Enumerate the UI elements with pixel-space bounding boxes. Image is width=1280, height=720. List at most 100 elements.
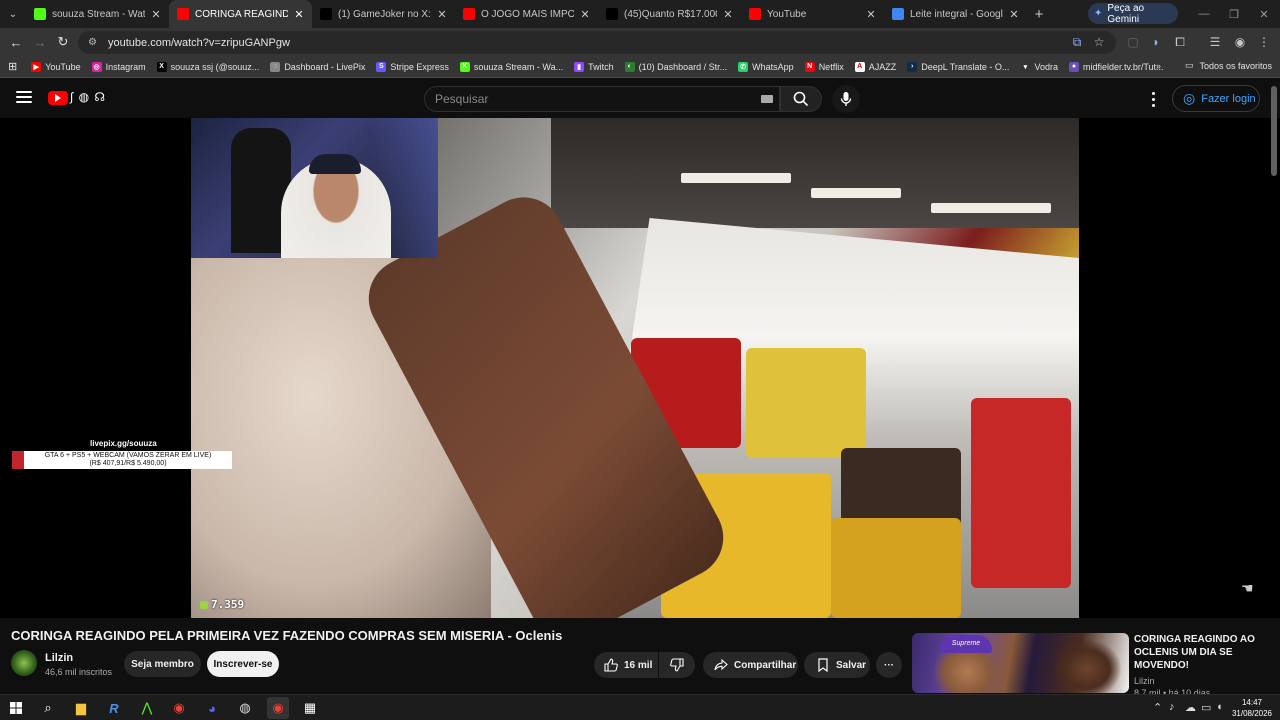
translate-icon[interactable]: ⧉: [1068, 33, 1086, 51]
page-scrollbar[interactable]: [1271, 86, 1277, 176]
subscribe-button[interactable]: Inscrever-se: [207, 651, 279, 677]
tab-close-icon[interactable]: ✕: [864, 8, 878, 21]
search-button[interactable]: [780, 86, 822, 112]
windows-start-button[interactable]: [5, 697, 27, 719]
streamer-webcam-overlay: [191, 118, 438, 258]
tab-search-button[interactable]: ⌄: [0, 0, 26, 28]
sign-in-button[interactable]: ◎ Fazer login: [1172, 85, 1260, 112]
taskbar-clock[interactable]: 14:47 31/08/2026: [1230, 697, 1274, 719]
bookmark-item[interactable]: Ksouuza Stream - Wa...: [459, 61, 563, 72]
extensions-puzzle-icon[interactable]: ⧠: [1171, 33, 1189, 51]
channel-avatar[interactable]: [11, 650, 37, 676]
bookmark-item[interactable]: ● midfielder.tv.br/Tut...: [1068, 61, 1164, 72]
video-frame-product: [971, 398, 1071, 588]
channel-name[interactable]: Lilzin: [45, 652, 73, 664]
keyboard-icon[interactable]: [761, 95, 773, 103]
browser-menu-icon[interactable]: ⋮: [1255, 33, 1273, 51]
tab-close-icon[interactable]: ✕: [292, 8, 306, 21]
network-tray-icon[interactable]: ▭: [1201, 701, 1211, 714]
tab-close-icon[interactable]: ✕: [149, 8, 163, 21]
profile-avatar-icon[interactable]: ◉: [1231, 33, 1249, 51]
address-bar[interactable]: ⚙ youtube.com/watch?v=zripuGANPgw: [78, 31, 1116, 54]
reload-button[interactable]: ↻: [53, 33, 73, 51]
forward-button[interactable]: →: [30, 33, 50, 51]
like-button[interactable]: 16 mil: [594, 652, 658, 678]
calculator-icon[interactable]: ▦: [299, 697, 321, 719]
apps-grid-icon[interactable]: ⊞: [8, 60, 17, 73]
browser-tab[interactable]: (1) GameJoker no X: "GTA ✕: [312, 0, 455, 28]
save-button[interactable]: Salvar: [804, 652, 870, 678]
recommended-video-title[interactable]: CORINGA REAGINDO AO OCLENIS UM DIA SE MO…: [1134, 633, 1274, 672]
site-info-icon[interactable]: ⚙: [88, 37, 102, 48]
minimize-button[interactable]: —: [1188, 0, 1220, 28]
bookmark-item[interactable]: Xsouuza ssj (@souuz...: [156, 61, 259, 72]
obs-icon[interactable]: ◍: [234, 697, 256, 719]
extension-icon[interactable]: ▢: [1124, 33, 1142, 51]
bookmark-item[interactable]: › DeepL Translate - O...: [907, 61, 1009, 72]
browser-tab[interactable]: YouTube ✕: [741, 0, 884, 28]
gemini-icon: ✦: [1094, 8, 1103, 19]
bookmark-item[interactable]: ◌ Dashboard - LivePix: [270, 61, 365, 72]
volume-tray-icon[interactable]: ◖: [1216, 701, 1223, 713]
browser-tab[interactable]: Leite integral - Google Sho ✕: [884, 0, 1027, 28]
settings-kebab-icon[interactable]: [1146, 90, 1160, 108]
hamburger-menu-icon[interactable]: [16, 91, 32, 103]
youtube-doodle[interactable]: ∫ ◍ ☊: [70, 90, 106, 104]
share-button[interactable]: Compartilhar: [703, 652, 798, 678]
tab-close-icon[interactable]: ✕: [721, 8, 735, 21]
bookmark-item[interactable]: A AJAZZ: [854, 61, 897, 72]
browser-tab[interactable]: CORINGA REAGINDO PELA ✕: [169, 0, 312, 28]
donation-goal-widget: GTA 6 + PS5 + WEBCAM (VAMOS ZERAR EM LIV…: [12, 451, 232, 469]
microphone-tray-icon[interactable]: ♪: [1169, 701, 1175, 713]
all-favorites-button[interactable]: Todos os favoritos: [1199, 61, 1272, 71]
kick-app-icon[interactable]: ⋀: [136, 697, 158, 719]
tab-close-icon[interactable]: ✕: [578, 8, 592, 21]
bookmark-favicon-icon: N: [804, 61, 815, 72]
cloud-tray-icon[interactable]: ☁: [1185, 701, 1196, 714]
youtube-logo-icon[interactable]: [48, 91, 68, 105]
more-actions-button[interactable]: ···: [876, 652, 902, 678]
chrome-active-icon[interactable]: ◉: [267, 697, 289, 719]
bookmark-item[interactable]: ◎ Instagram: [91, 61, 146, 72]
chrome-icon[interactable]: ◉: [168, 697, 190, 719]
browser-tab[interactable]: souuza Stream - Watch Liv ✕: [26, 0, 169, 28]
bookmarks-bar: ⊞ ▶ YouTube ◎ Instagram Xsouuza ssj (@souuz.…: [0, 56, 1280, 78]
close-window-button[interactable]: ✕: [1248, 0, 1280, 28]
rockstar-launcher-icon[interactable]: R: [103, 697, 125, 719]
tab-close-icon[interactable]: ✕: [1007, 8, 1021, 21]
recommended-video-channel[interactable]: Lilzin: [1134, 676, 1155, 686]
bookmark-item[interactable]: ▾ Vodra: [1020, 61, 1058, 72]
subscriber-count: 46,6 mil inscritos: [45, 667, 113, 677]
tray-chevron-icon[interactable]: ⌃: [1153, 701, 1162, 714]
taskbar-search-icon[interactable]: ⌕: [37, 697, 59, 719]
bookmark-label: AJAZZ: [868, 61, 897, 72]
file-explorer-icon[interactable]: ▆: [70, 697, 92, 719]
gemini-label: Peça ao Gemini: [1107, 2, 1145, 25]
bookmark-item[interactable]: S Stripe Express: [376, 61, 449, 72]
bookmark-item[interactable]: ▶ YouTube: [31, 61, 81, 72]
bookmark-item[interactable]: ✆ WhatsApp: [738, 61, 794, 72]
maximize-button[interactable]: ❐: [1218, 0, 1250, 28]
discord-icon[interactable]: ◕: [201, 697, 223, 719]
back-button[interactable]: ←: [6, 33, 26, 51]
join-button[interactable]: Seja membro: [124, 651, 201, 677]
livepix-url: livepix.gg/souuza: [90, 439, 157, 448]
browser-tab[interactable]: O JOGO MAIS IMPORTANT ✕: [455, 0, 598, 28]
bookmarks-more-button[interactable]: »: [1156, 61, 1161, 71]
bookmark-item[interactable]: ▮ Twitch: [574, 61, 614, 72]
thumbnail-face-right: [1052, 639, 1122, 693]
tab-close-icon[interactable]: ✕: [435, 8, 449, 21]
recommended-video-thumbnail[interactable]: Supreme: [912, 633, 1129, 693]
gemini-button[interactable]: ✦ Peça ao Gemini: [1088, 2, 1178, 25]
dislike-button[interactable]: [659, 652, 695, 678]
bookmark-item[interactable]: N Netflix: [804, 61, 844, 72]
bookmark-item[interactable]: ◐ (10) Dashboard / Str...: [624, 61, 727, 72]
audio-extension-icon[interactable]: ◗: [1147, 33, 1165, 51]
thumbs-up-icon: [603, 657, 619, 673]
voice-search-button[interactable]: [832, 85, 860, 113]
reading-list-icon[interactable]: ☰: [1206, 33, 1224, 51]
new-tab-button[interactable]: +: [1027, 6, 1051, 23]
search-input[interactable]: Pesquisar: [424, 86, 780, 112]
browser-tab[interactable]: (45)Quanto R$17.000 dá n ✕: [598, 0, 741, 28]
bookmark-star-icon[interactable]: ☆: [1090, 33, 1108, 51]
